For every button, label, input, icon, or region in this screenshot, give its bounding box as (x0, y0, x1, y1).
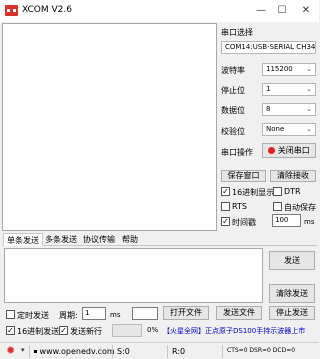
chevron-down-icon: ⌄ (306, 85, 312, 93)
file-path-input[interactable] (132, 307, 158, 320)
port-heading: 串口选择 (221, 28, 253, 37)
parity-value: None (266, 125, 285, 133)
progress-bar (112, 324, 142, 337)
hex-send-checkbox[interactable]: ✓ (6, 326, 15, 335)
tab-single-send[interactable]: 单条发送 (3, 233, 43, 246)
databits-select[interactable]: 8 ⌄ (262, 103, 316, 116)
stopbits-label: 停止位 (221, 86, 245, 95)
tab-protocol[interactable]: 协议传输 (80, 233, 118, 246)
send-textarea[interactable] (4, 248, 263, 303)
bullet-icon (34, 350, 37, 353)
close-icon[interactable]: ✕ (296, 2, 316, 20)
parity-select[interactable]: None ⌄ (262, 123, 316, 136)
tab-multi-send[interactable]: 多条发送 (42, 233, 80, 246)
separator (29, 345, 30, 358)
hex-display-label: 16进制显示 (232, 188, 275, 197)
hex-send-label: 16进制发送 (17, 327, 60, 336)
website-link[interactable]: www.openedv.com (34, 347, 115, 356)
tab-help[interactable]: 帮助 (119, 233, 141, 246)
port-select[interactable]: COM14:USB-SERIAL CH34 (221, 41, 316, 54)
send-button[interactable]: 发送 (269, 251, 315, 270)
newline-checkbox[interactable]: ✓ (59, 326, 68, 335)
separator (222, 345, 223, 358)
dtr-label: DTR (284, 187, 301, 196)
hex-display-checkbox[interactable]: ✓ (221, 187, 230, 196)
sent-count: S:0 (117, 347, 130, 356)
separator (167, 345, 168, 358)
baud-label: 波特率 (221, 66, 245, 75)
close-port-button[interactable]: 关闭串口 (262, 143, 316, 158)
databits-label: 数据位 (221, 106, 245, 115)
ad-link[interactable]: 【火星全网】正点原子DS100手持示波器上市 (163, 326, 305, 336)
period-unit: ms (110, 311, 121, 319)
timestamp-label: 时间戳 (232, 218, 256, 227)
baud-select[interactable]: 115200 ⌄ (262, 63, 316, 76)
timestamp-input[interactable]: 100 (272, 214, 301, 227)
chevron-down-icon: ⌄ (306, 125, 312, 133)
window-title: XCOM V2.6 (22, 5, 72, 15)
baud-value: 115200 (266, 65, 293, 73)
received-count: R:0 (172, 347, 186, 356)
stopbits-value: 1 (266, 85, 271, 93)
open-file-button[interactable]: 打开文件 (163, 306, 209, 320)
rts-label: RTS (232, 202, 247, 211)
stop-send-button[interactable]: 停止发送 (269, 306, 315, 320)
dtr-checkbox[interactable] (273, 187, 282, 196)
maximize-icon[interactable]: ☐ (272, 2, 292, 20)
dropdown-icon[interactable]: ▾ (21, 346, 25, 354)
period-label: 周期: (59, 311, 78, 320)
auto-save-checkbox[interactable] (273, 202, 282, 211)
clear-receive-button[interactable]: 清除接收 (270, 170, 316, 182)
chevron-down-icon: ⌄ (306, 105, 312, 113)
clear-send-button[interactable]: 清除发送 (269, 284, 315, 303)
auto-save-label: 自动保存 (284, 203, 316, 212)
line-status: CTS=0 DSR=0 DCD=0 (227, 347, 296, 354)
receive-scrollbar[interactable] (206, 24, 216, 230)
close-port-label: 关闭串口 (277, 146, 310, 155)
stopbits-select[interactable]: 1 ⌄ (262, 83, 316, 96)
newline-label: 发送新行 (70, 327, 102, 336)
send-file-button[interactable]: 发送文件 (216, 306, 262, 320)
website-url: www.openedv.com (39, 347, 115, 356)
databits-value: 8 (266, 105, 271, 113)
status-dot-icon (268, 147, 276, 154)
timed-send-label: 定时发送 (17, 311, 49, 320)
gear-icon[interactable]: ✹ (6, 345, 18, 357)
progress-label: 0% (147, 326, 159, 334)
parity-label: 校验位 (221, 127, 245, 136)
timestamp-unit: ms (304, 218, 315, 226)
separator (112, 345, 113, 358)
status-bar: ✹ ▾ www.openedv.com S:0 R:0 CTS=0 DSR=0 … (0, 342, 319, 359)
timed-send-checkbox[interactable] (6, 310, 15, 319)
app-icon (5, 5, 18, 16)
chevron-down-icon: ⌄ (306, 65, 312, 73)
minimize-icon[interactable]: — (251, 2, 271, 20)
port-select-value: COM14:USB-SERIAL CH34 (225, 43, 316, 51)
receive-textarea[interactable] (2, 23, 217, 231)
rts-checkbox[interactable] (221, 202, 230, 211)
save-window-button[interactable]: 保存窗口 (221, 170, 266, 182)
operation-label: 串口操作 (221, 148, 253, 157)
timestamp-checkbox[interactable]: ✓ (221, 217, 230, 226)
period-input[interactable]: 1 (82, 307, 106, 320)
title-bar: XCOM V2.6 — ☐ ✕ (0, 0, 319, 22)
